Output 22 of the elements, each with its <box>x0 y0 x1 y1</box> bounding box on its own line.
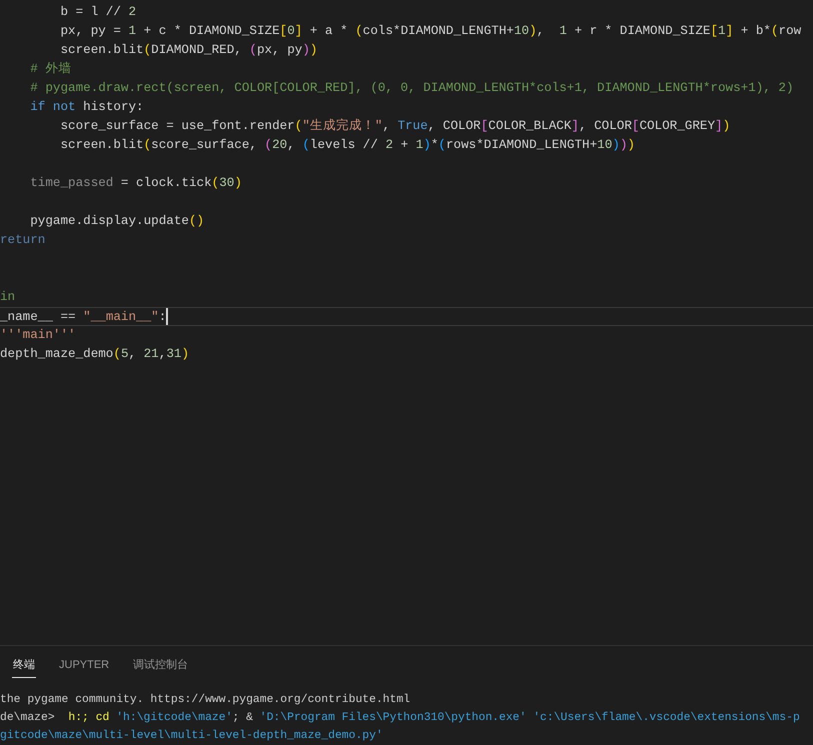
code-line: _name__ == "__main__": <box>0 310 166 324</box>
code-line: '''main''' <box>0 328 76 342</box>
code-line: screen.blit(score_surface, (20, (levels // 2 + 1)*(rows*DIAMOND_LENGTH+10))) <box>59 138 635 152</box>
terminal-line: de\maze> h:; cd 'h:\gitcode\maze'; & 'D:\Program Files\Python310\python.exe' 'c:\Users\flame\.vscode\extensions\ms-p <box>0 712 800 724</box>
code-line: return <box>0 233 46 247</box>
code-line: depth_maze_demo(5, 21,31) <box>0 347 189 361</box>
panel-tab[interactable]: 终端 <box>12 654 36 678</box>
panel-tab[interactable]: 调试控制台 <box>132 654 190 678</box>
terminal-line: the pygame community. https://www.pygame.org/contribute.html <box>0 694 410 706</box>
code-line: screen.blit(DIAMOND_RED, (px, py)) <box>59 43 318 57</box>
code-line: b = l // 2 <box>59 5 136 19</box>
code-line: score_surface = use_font.render("生成完成！", True, COLOR[COLOR_BLACK], COLOR[COLOR_GREY]) <box>59 119 730 133</box>
code-line: px, py = 1 + c * DIAMOND_SIZE[0] + a * (cols*DIAMOND_LENGTH+10), 1 + r * DIAMOND_SIZE[1] + b*(row <box>59 24 802 38</box>
code-line: time_passed = clock.tick(30) <box>29 176 242 190</box>
code-line: if not history: <box>29 100 144 114</box>
text-cursor <box>166 308 168 325</box>
code-line: # 外墙 <box>29 62 72 76</box>
code-line: pygame.display.update() <box>29 214 204 228</box>
code-line: in <box>0 290 16 304</box>
code-line: # pygame.draw.rect(screen, COLOR[COLOR_RED], (0, 0, DIAMOND_LENGTH*cols+1, DIAMOND_LENGTH*rows+1), 2) <box>29 81 794 95</box>
panel-tab[interactable]: JUPYTER <box>58 654 110 678</box>
terminal-line: gitcode\maze\multi-level\multi-level-depth_maze_demo.py' <box>0 730 383 742</box>
